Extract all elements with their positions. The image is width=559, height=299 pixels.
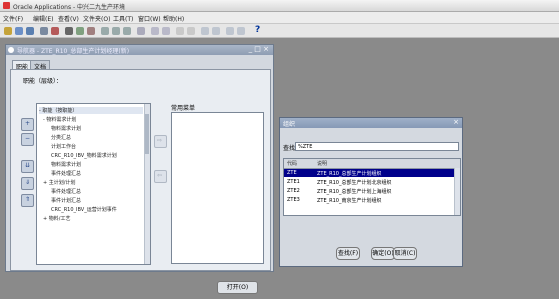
tree-item[interactable]: + 物料/工艺 — [43, 215, 70, 222]
lov-results-grid: 代码 说明 ZTE ZTE_R10_总部生产计划组织 ZTE1 ZTE_R10_… — [283, 158, 461, 216]
paste-icon[interactable] — [123, 27, 131, 35]
tree-item[interactable]: 事件处理汇总 — [51, 170, 81, 177]
menu-file[interactable]: 文件(F) — [3, 14, 23, 23]
open-button[interactable]: 打开(O) — [217, 281, 258, 294]
navigator-panel: 职能（层级）： + − ⇊ ⇓ ⇑ - 职能（按职能） - 物料需求计划 物料需… — [10, 69, 271, 294]
row-code: ZTE3 — [287, 197, 300, 203]
tree-item[interactable]: - 物料需求计划 — [43, 116, 76, 123]
function-tree[interactable]: - 职能（按职能） - 物料需求计划 物料需求计划 分类汇总 计划工作台 CRC… — [36, 103, 151, 265]
tree-item[interactable]: 物料需求计划 — [51, 161, 81, 168]
tree-item[interactable]: + 主计划/计划 — [43, 179, 75, 186]
tree-item[interactable]: 计划工作台 — [51, 143, 76, 150]
lov-title: 组织 — [283, 121, 296, 128]
expand-all-button[interactable]: ⇓ — [21, 177, 34, 190]
close-form-icon[interactable] — [65, 27, 73, 35]
row-code: ZTE2 — [287, 188, 300, 194]
app-title: Oracle Applications - 中兴二九生产环境 — [13, 4, 126, 11]
lov-title-bar[interactable]: 组织 × — [280, 118, 462, 128]
function-label: 职能（层级）： — [23, 78, 63, 85]
expand-all-icon: ⇓ — [25, 179, 31, 186]
column-header-code[interactable]: 代码 — [287, 160, 297, 167]
top-list[interactable] — [171, 112, 264, 264]
print-icon[interactable] — [51, 27, 59, 35]
table-row[interactable]: ZTE ZTE_R10_总部生产计划组织 — [284, 169, 460, 177]
zoom-icon[interactable] — [201, 27, 209, 35]
close-icon[interactable]: × — [453, 118, 459, 126]
tree-item[interactable]: CRC_R10_IBV_物料需求计划 — [51, 152, 117, 159]
window-icon — [8, 47, 14, 53]
table-row[interactable]: ZTE3 ZTE_R10_南京生产计划组织 — [284, 196, 460, 204]
delete-record-icon[interactable] — [87, 27, 95, 35]
navigator-title: 导航器 - ZTE_R10_总部生产计划经理(新) — [17, 48, 130, 55]
remove-from-top-button[interactable]: ⇦ — [154, 170, 167, 183]
tree-item[interactable]: 物料需求计划 — [51, 125, 81, 132]
folder-icon[interactable] — [176, 27, 184, 35]
menu-bar: 文件(F) 编辑(E) 查看(V) 文件夹(O) 工具(T) 窗口(W) 帮助(… — [0, 12, 559, 24]
translation-icon[interactable] — [187, 27, 195, 35]
cut-icon[interactable] — [101, 27, 109, 35]
copy-icon[interactable] — [112, 27, 120, 35]
row-code: ZTE1 — [287, 179, 300, 185]
find-label: 查找 — [283, 145, 296, 152]
cancel-button[interactable]: 取消(C) — [393, 247, 417, 260]
grid-scrollbar[interactable] — [454, 168, 460, 215]
row-code: ZTE — [287, 170, 297, 176]
find-button[interactable]: 查找(F) — [336, 247, 360, 260]
plus-icon: + — [25, 120, 31, 127]
new-record-icon[interactable] — [76, 27, 84, 35]
app-title-bar: Oracle Applications - 中兴二九生产环境 — [0, 0, 559, 12]
arrow-left-icon: ⇦ — [157, 172, 163, 179]
toolbar: ? — [0, 24, 559, 38]
expand-branch-icon: ⇊ — [25, 162, 31, 169]
tree-item[interactable]: 事件计划汇总 — [51, 197, 81, 204]
new-icon[interactable] — [4, 27, 12, 35]
window-controls[interactable]: _ □ × — [249, 45, 269, 53]
table-row[interactable]: ZTE2 ZTE_R10_总部生产计划上海组织 — [284, 187, 460, 195]
window-help-icon[interactable] — [226, 27, 234, 35]
expand-button[interactable]: + — [21, 118, 34, 131]
save-icon[interactable] — [26, 27, 34, 35]
navigator-window: 导航器 - ZTE_R10_总部生产计划经理(新) _ □ × 职能 文档 职能… — [5, 44, 274, 294]
menu-tools[interactable]: 工具(T) — [113, 14, 133, 23]
tree-item[interactable]: CRC_R10_IBV_运营计划事件 — [51, 206, 117, 213]
row-description: ZTE_R10_南京生产计划组织 — [317, 198, 382, 204]
navigate-icon[interactable] — [40, 27, 48, 35]
tree-item[interactable]: - 职能（按职能） — [39, 107, 143, 114]
collapse-button[interactable]: − — [21, 133, 34, 146]
row-description: ZTE_R10_总部生产计划上海组织 — [317, 189, 392, 195]
open-icon[interactable] — [15, 27, 23, 35]
collapse-all-icon: ⇑ — [25, 196, 31, 203]
column-header-description[interactable]: 说明 — [317, 160, 327, 167]
menu-view[interactable]: 查看(V) — [58, 14, 79, 23]
menu-edit[interactable]: 编辑(E) — [33, 14, 53, 23]
menu-folder[interactable]: 文件夹(O) — [83, 14, 110, 23]
collapse-all-button[interactable]: ⇑ — [21, 194, 34, 207]
tree-item[interactable]: 事件处理汇总 — [51, 188, 81, 195]
settings-icon[interactable] — [237, 27, 245, 35]
attachment-icon[interactable] — [162, 27, 170, 35]
arrow-right-icon: ⇨ — [157, 137, 163, 144]
navigator-title-bar[interactable]: 导航器 - ZTE_R10_总部生产计划经理(新) _ □ × — [6, 45, 273, 55]
find-icon[interactable] — [151, 27, 159, 35]
menu-window[interactable]: 窗口(W) — [138, 14, 161, 23]
expand-branch-button[interactable]: ⇊ — [21, 160, 34, 173]
menu-help[interactable]: 帮助(H) — [163, 14, 184, 23]
table-row[interactable]: ZTE1 ZTE_R10_总部生产计划北京组织 — [284, 178, 460, 186]
scroll-thumb[interactable] — [145, 114, 149, 154]
tree-scrollbar[interactable] — [144, 104, 150, 264]
clear-icon[interactable] — [137, 27, 145, 35]
top-list-label: 常用菜单 — [171, 105, 196, 112]
ok-button[interactable]: 确定(O) — [371, 247, 395, 260]
find-input[interactable]: %ZTE — [295, 142, 459, 151]
row-description: ZTE_R10_总部生产计划北京组织 — [317, 180, 392, 186]
help-icon[interactable]: ? — [255, 25, 260, 35]
add-to-top-button[interactable]: ⇨ — [154, 135, 167, 148]
edit-field-icon[interactable] — [212, 27, 220, 35]
oracle-app-icon — [3, 2, 10, 9]
minus-icon: − — [25, 135, 31, 142]
row-description: ZTE_R10_总部生产计划组织 — [317, 171, 382, 177]
organization-lov-window: 组织 × 查找 %ZTE 代码 说明 ZTE ZTE_R10_总部生产计划组织 … — [279, 117, 463, 267]
tree-item[interactable]: 分类汇总 — [51, 134, 71, 141]
grid-header: 代码 说明 — [284, 159, 460, 169]
